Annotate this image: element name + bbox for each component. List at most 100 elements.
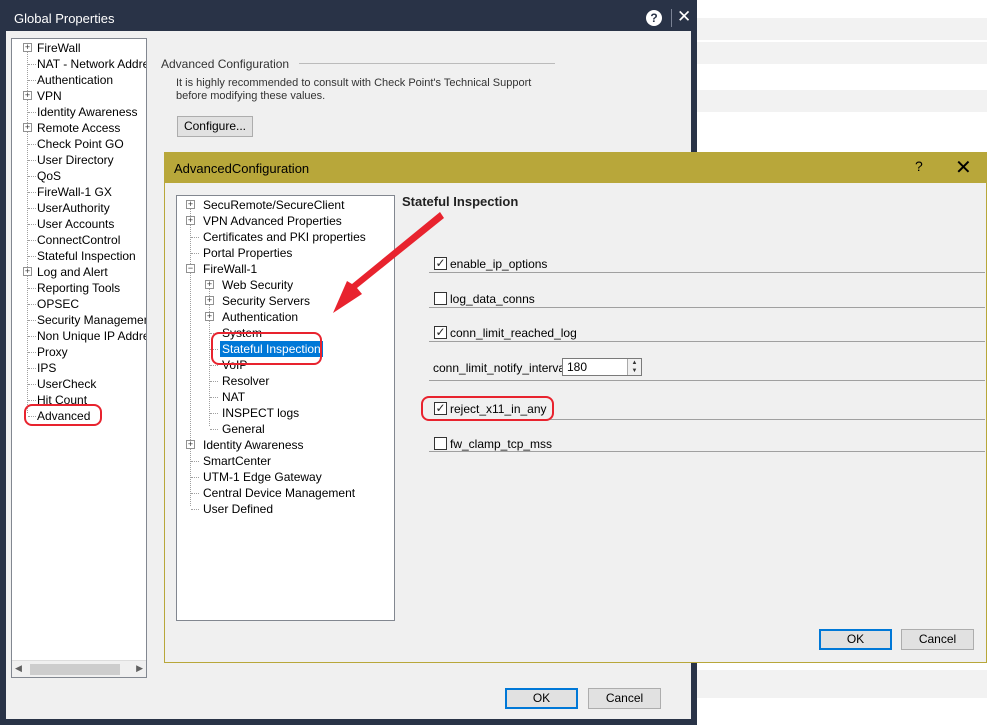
advanced-config-warning-line1: It is highly recommended to consult with…: [176, 77, 532, 89]
expand-icon[interactable]: +: [186, 440, 195, 449]
tree-item[interactable]: UserAuthority: [12, 200, 146, 216]
tree-item-label: Identity Awareness: [37, 105, 138, 119]
help-icon[interactable]: ?: [915, 158, 923, 174]
tree-item[interactable]: OPSEC: [12, 296, 146, 312]
tree-item[interactable]: Identity Awareness: [12, 104, 146, 120]
tree-connector: [210, 397, 218, 398]
tree-item-label: Advanced: [37, 409, 91, 423]
expand-icon[interactable]: +: [23, 267, 32, 276]
configure-button[interactable]: Configure...: [177, 116, 253, 137]
tree-connector: [28, 368, 36, 369]
tree-connector: [191, 253, 199, 254]
tree-item[interactable]: Hit Count: [12, 392, 146, 408]
tree-item[interactable]: + Security Servers: [177, 293, 394, 309]
tree-item-label: Hit Count: [37, 393, 88, 407]
close-icon[interactable]: ✕: [677, 7, 691, 27]
tree-item[interactable]: User Accounts: [12, 216, 146, 232]
tree-item[interactable]: FireWall-1 GX: [12, 184, 146, 200]
tree-item[interactable]: − FireWall-1: [177, 261, 394, 277]
tree-item[interactable]: Stateful Inspection: [177, 341, 394, 357]
tree-item[interactable]: + VPN: [12, 88, 146, 104]
checkbox[interactable]: ✓: [434, 326, 447, 339]
tree-item[interactable]: Reporting Tools: [12, 280, 146, 296]
tree-item-label: ConnectControl: [37, 233, 121, 247]
tree-item[interactable]: Certificates and PKI properties: [177, 229, 394, 245]
checkbox[interactable]: [434, 292, 447, 305]
tree-item[interactable]: Advanced: [12, 408, 146, 424]
spin-down-icon[interactable]: ▼: [628, 367, 641, 375]
tree-item[interactable]: + VPN Advanced Properties: [177, 213, 394, 229]
interval-spinbox[interactable]: 180 ▲ ▼: [562, 358, 642, 376]
tree-item[interactable]: Check Point GO: [12, 136, 146, 152]
tree-item[interactable]: + Log and Alert: [12, 264, 146, 280]
tree-item-label: Stateful Inspection: [37, 249, 136, 263]
tree-item[interactable]: User Defined: [177, 501, 394, 517]
tree-item[interactable]: + Authentication: [177, 309, 394, 325]
tree-item[interactable]: + Remote Access: [12, 120, 146, 136]
question-circle-icon[interactable]: ?: [646, 10, 662, 26]
expand-icon[interactable]: +: [205, 296, 214, 305]
advanced-configuration-titlebar[interactable]: AdvancedConfiguration ? ✕: [165, 152, 986, 183]
tree-item-label: FireWall-1: [203, 262, 258, 276]
tree-item[interactable]: + SecuRemote/SecureClient: [177, 197, 394, 213]
tree-item[interactable]: General: [177, 421, 394, 437]
tree-item[interactable]: INSPECT logs: [177, 405, 394, 421]
expand-icon[interactable]: +: [23, 123, 32, 132]
tree-item[interactable]: SmartCenter: [177, 453, 394, 469]
tree-item[interactable]: + Web Security: [177, 277, 394, 293]
tree-item[interactable]: Central Device Management: [177, 485, 394, 501]
tree-item[interactable]: User Directory: [12, 152, 146, 168]
expand-icon[interactable]: +: [186, 216, 195, 225]
tree-item[interactable]: Stateful Inspection: [12, 248, 146, 264]
collapse-icon[interactable]: −: [186, 264, 195, 273]
tree-item[interactable]: ConnectControl: [12, 232, 146, 248]
spin-up-icon[interactable]: ▲: [628, 359, 641, 367]
tree-item[interactable]: Resolver: [177, 373, 394, 389]
tree-item[interactable]: + Identity Awareness: [177, 437, 394, 453]
tree-connector: [28, 240, 36, 241]
tree-item[interactable]: System: [177, 325, 394, 341]
advanced-configuration-tree[interactable]: + SecuRemote/SecureClient + VPN Advanced Pr…: [176, 195, 395, 621]
checkbox[interactable]: [434, 437, 447, 450]
tree-connector: [28, 400, 36, 401]
tree-item[interactable]: Proxy: [12, 344, 146, 360]
cancel-button[interactable]: Cancel: [901, 629, 974, 650]
scroll-left-icon[interactable]: ◀: [15, 663, 22, 674]
tree-item[interactable]: UTM-1 Edge Gateway: [177, 469, 394, 485]
tree-item[interactable]: VoIP: [177, 357, 394, 373]
spinbox-value[interactable]: 180: [567, 360, 587, 374]
global-properties-tree[interactable]: + FireWall NAT - Network Address Translati…: [11, 38, 147, 678]
tree-connector: [28, 336, 36, 337]
background-row: [697, 90, 987, 112]
expand-icon[interactable]: +: [186, 200, 195, 209]
tree-item[interactable]: Authentication: [12, 72, 146, 88]
expand-icon[interactable]: +: [205, 312, 214, 321]
expand-icon[interactable]: +: [23, 43, 32, 52]
tree-item-label: User Directory: [37, 153, 114, 167]
section-title: Stateful Inspection: [402, 194, 519, 209]
tree-item[interactable]: Non Unique IP Address Ranges: [12, 328, 146, 344]
scroll-right-icon[interactable]: ▶: [136, 663, 143, 674]
tree-item[interactable]: IPS: [12, 360, 146, 376]
ok-button[interactable]: OK: [505, 688, 578, 709]
tree-connector: [28, 256, 36, 257]
checkbox[interactable]: ✓: [434, 402, 447, 415]
tree-item[interactable]: NAT - Network Address Translation: [12, 56, 146, 72]
cancel-button[interactable]: Cancel: [588, 688, 661, 709]
tree-horizontal-scrollbar[interactable]: ◀ ▶: [12, 660, 146, 677]
expand-icon[interactable]: +: [205, 280, 214, 289]
tree-connector: [191, 237, 199, 238]
close-icon[interactable]: ✕: [955, 155, 972, 180]
tree-connector: [191, 493, 199, 494]
tree-item[interactable]: Security Management Access: [12, 312, 146, 328]
tree-item[interactable]: Portal Properties: [177, 245, 394, 261]
tree-item[interactable]: NAT: [177, 389, 394, 405]
tree-item[interactable]: QoS: [12, 168, 146, 184]
spin-arrows[interactable]: ▲ ▼: [627, 359, 641, 375]
tree-item[interactable]: + FireWall: [12, 40, 146, 56]
scroll-thumb[interactable]: [30, 664, 120, 675]
checkbox[interactable]: ✓: [434, 257, 447, 270]
ok-button[interactable]: OK: [819, 629, 892, 650]
tree-item[interactable]: UserCheck: [12, 376, 146, 392]
expand-icon[interactable]: +: [23, 91, 32, 100]
